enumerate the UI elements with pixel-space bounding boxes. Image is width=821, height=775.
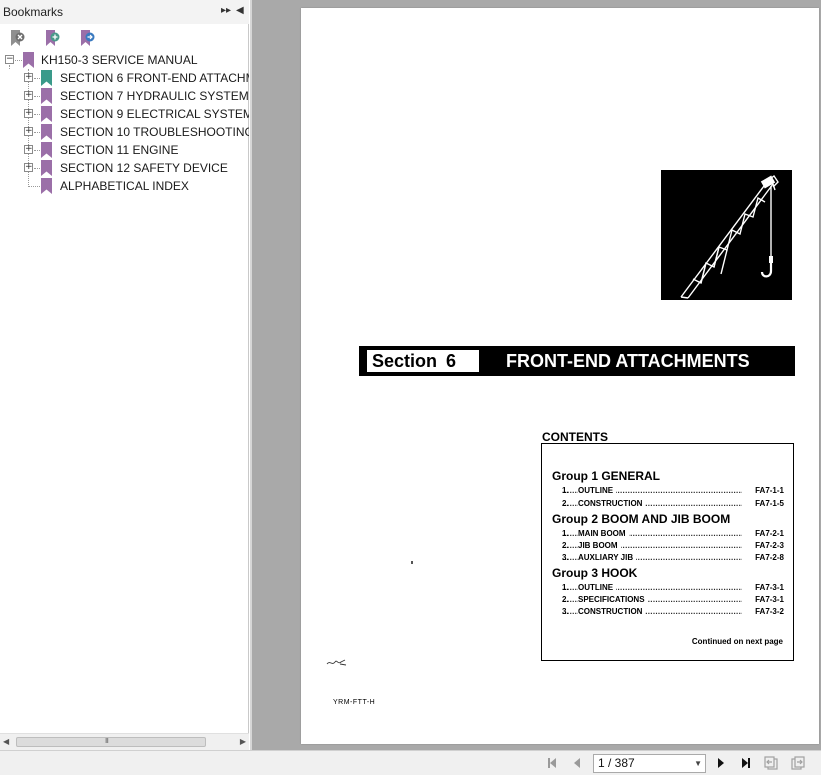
section-number: 6 bbox=[446, 351, 457, 371]
expand-toggle-icon[interactable]: + bbox=[24, 73, 33, 82]
panel-header: Bookmarks ▸▸ ◀ bbox=[0, 0, 249, 24]
next-view-icon[interactable] bbox=[790, 755, 806, 771]
contents-heading: CONTENTS bbox=[542, 430, 608, 444]
scroll-left-icon[interactable]: ◀ bbox=[3, 737, 9, 746]
scrollbar-thumb[interactable]: III bbox=[16, 737, 206, 747]
bookmark-icon bbox=[41, 106, 52, 122]
group-title: Group 2 BOOM AND JIB BOOM bbox=[552, 512, 731, 526]
collapse-panel-icon[interactable]: ◀ bbox=[236, 5, 244, 17]
go-to-bookmark-icon[interactable] bbox=[78, 29, 96, 48]
bookmark-label: SECTION 10 TROUBLESHOOTING bbox=[60, 125, 249, 139]
contents-entry: ........................................… bbox=[562, 553, 784, 562]
contents-entry: ........................................… bbox=[562, 607, 784, 616]
contents-table: Group 1 GENERAL ........................… bbox=[541, 443, 794, 661]
page-code: YRM-FTT-H bbox=[333, 699, 376, 706]
panel-title: Bookmarks bbox=[3, 5, 64, 19]
previous-page-icon[interactable] bbox=[569, 755, 585, 771]
expand-toggle-icon[interactable]: + bbox=[24, 163, 33, 172]
handwritten-mark bbox=[326, 659, 347, 666]
first-page-icon[interactable] bbox=[545, 755, 561, 771]
page-number-input[interactable]: 1 / 387 ▼ bbox=[593, 754, 706, 773]
bookmark-label: SECTION 6 FRONT-END ATTACHM bbox=[60, 71, 249, 85]
group-title: Group 1 GENERAL bbox=[552, 469, 661, 483]
bookmark-label: SECTION 7 HYDRAULIC SYSTEM bbox=[60, 89, 249, 103]
group-title: Group 3 HOOK bbox=[552, 566, 638, 580]
page-indicator: 1 / 387 bbox=[598, 756, 635, 770]
navigation-bar: 1 / 387 ▼ bbox=[0, 750, 821, 775]
bookmark-icon bbox=[41, 88, 52, 104]
contents-entry: ........................................… bbox=[562, 595, 784, 604]
bookmark-label: SECTION 12 SAFETY DEVICE bbox=[60, 161, 228, 175]
contents-entry: ........................................… bbox=[562, 583, 784, 592]
bookmark-item[interactable]: + SECTION 12 SAFETY DEVICE bbox=[0, 159, 249, 177]
expand-toggle-icon[interactable]: + bbox=[24, 145, 33, 154]
continued-note: Continued on next page bbox=[691, 637, 783, 646]
bookmark-root-label: KH150-3 SERVICE MANUAL bbox=[41, 53, 198, 67]
bookmark-icon bbox=[41, 178, 52, 194]
expand-bookmark-icon[interactable] bbox=[43, 29, 61, 48]
section-title: FRONT-END ATTACHMENTS bbox=[506, 351, 750, 371]
bookmark-icon bbox=[41, 70, 52, 86]
section-number-box: Section 6 bbox=[367, 350, 479, 372]
bookmark-icon bbox=[41, 160, 52, 176]
contents-entry: ........................................… bbox=[562, 499, 784, 508]
bookmark-item[interactable]: ALPHABETICAL INDEX bbox=[0, 177, 249, 195]
contents-entry: ........................................… bbox=[562, 541, 784, 550]
last-page-icon[interactable] bbox=[737, 755, 753, 771]
crane-illustration bbox=[661, 170, 792, 300]
bookmark-label: SECTION 9 ELECTRICAL SYSTEM bbox=[60, 107, 249, 121]
bookmark-label: SECTION 11 ENGINE bbox=[60, 143, 179, 157]
section-banner: Section 6 FRONT-END ATTACHMENTS bbox=[359, 346, 795, 376]
bookmark-item[interactable]: + SECTION 7 HYDRAULIC SYSTEM bbox=[0, 87, 249, 105]
document-page: Section 6 FRONT-END ATTACHMENTS CONTENTS… bbox=[301, 8, 819, 744]
panel-horizontal-scrollbar[interactable]: ◀ III ▶ bbox=[0, 733, 249, 750]
bookmarks-toolbar bbox=[0, 26, 249, 50]
bookmark-icon bbox=[23, 52, 34, 68]
document-viewer[interactable]: Section 6 FRONT-END ATTACHMENTS CONTENTS… bbox=[252, 0, 821, 750]
bookmark-icon bbox=[41, 124, 52, 140]
bookmark-item[interactable]: + SECTION 6 FRONT-END ATTACHM bbox=[0, 69, 249, 87]
previous-view-icon[interactable] bbox=[763, 755, 779, 771]
bookmark-item[interactable]: + SECTION 10 TROUBLESHOOTING bbox=[0, 123, 249, 141]
expand-toggle-icon[interactable]: + bbox=[24, 91, 33, 100]
scrollbar-grip: III bbox=[105, 738, 109, 745]
bookmark-icon bbox=[41, 142, 52, 158]
contents-entry: ........................................… bbox=[562, 529, 784, 538]
next-page-icon[interactable] bbox=[713, 755, 729, 771]
collapse-toggle-icon[interactable]: − bbox=[5, 55, 14, 64]
expand-toggle-icon[interactable]: + bbox=[24, 127, 33, 136]
section-label: Section bbox=[372, 351, 438, 371]
chevron-down-icon[interactable]: ▼ bbox=[694, 755, 702, 772]
bookmark-root[interactable]: − KH150-3 SERVICE MANUAL bbox=[0, 51, 249, 69]
contents-entry: ........................................… bbox=[562, 486, 784, 495]
options-icon[interactable]: ▸▸ bbox=[221, 5, 231, 17]
bookmark-item[interactable]: + SECTION 11 ENGINE bbox=[0, 141, 249, 159]
bookmarks-panel: Bookmarks ▸▸ ◀ − KH150-3 SERVICE MANUAL bbox=[0, 0, 249, 750]
bookmark-label: ALPHABETICAL INDEX bbox=[60, 179, 189, 193]
page-speck bbox=[411, 561, 413, 564]
bookmark-tree: − KH150-3 SERVICE MANUAL + SECTION 6 FRO… bbox=[0, 51, 249, 731]
expand-toggle-icon[interactable]: + bbox=[24, 109, 33, 118]
scroll-right-icon[interactable]: ▶ bbox=[240, 737, 246, 746]
bookmark-item[interactable]: + SECTION 9 ELECTRICAL SYSTEM bbox=[0, 105, 249, 123]
delete-bookmark-icon[interactable] bbox=[8, 29, 26, 48]
